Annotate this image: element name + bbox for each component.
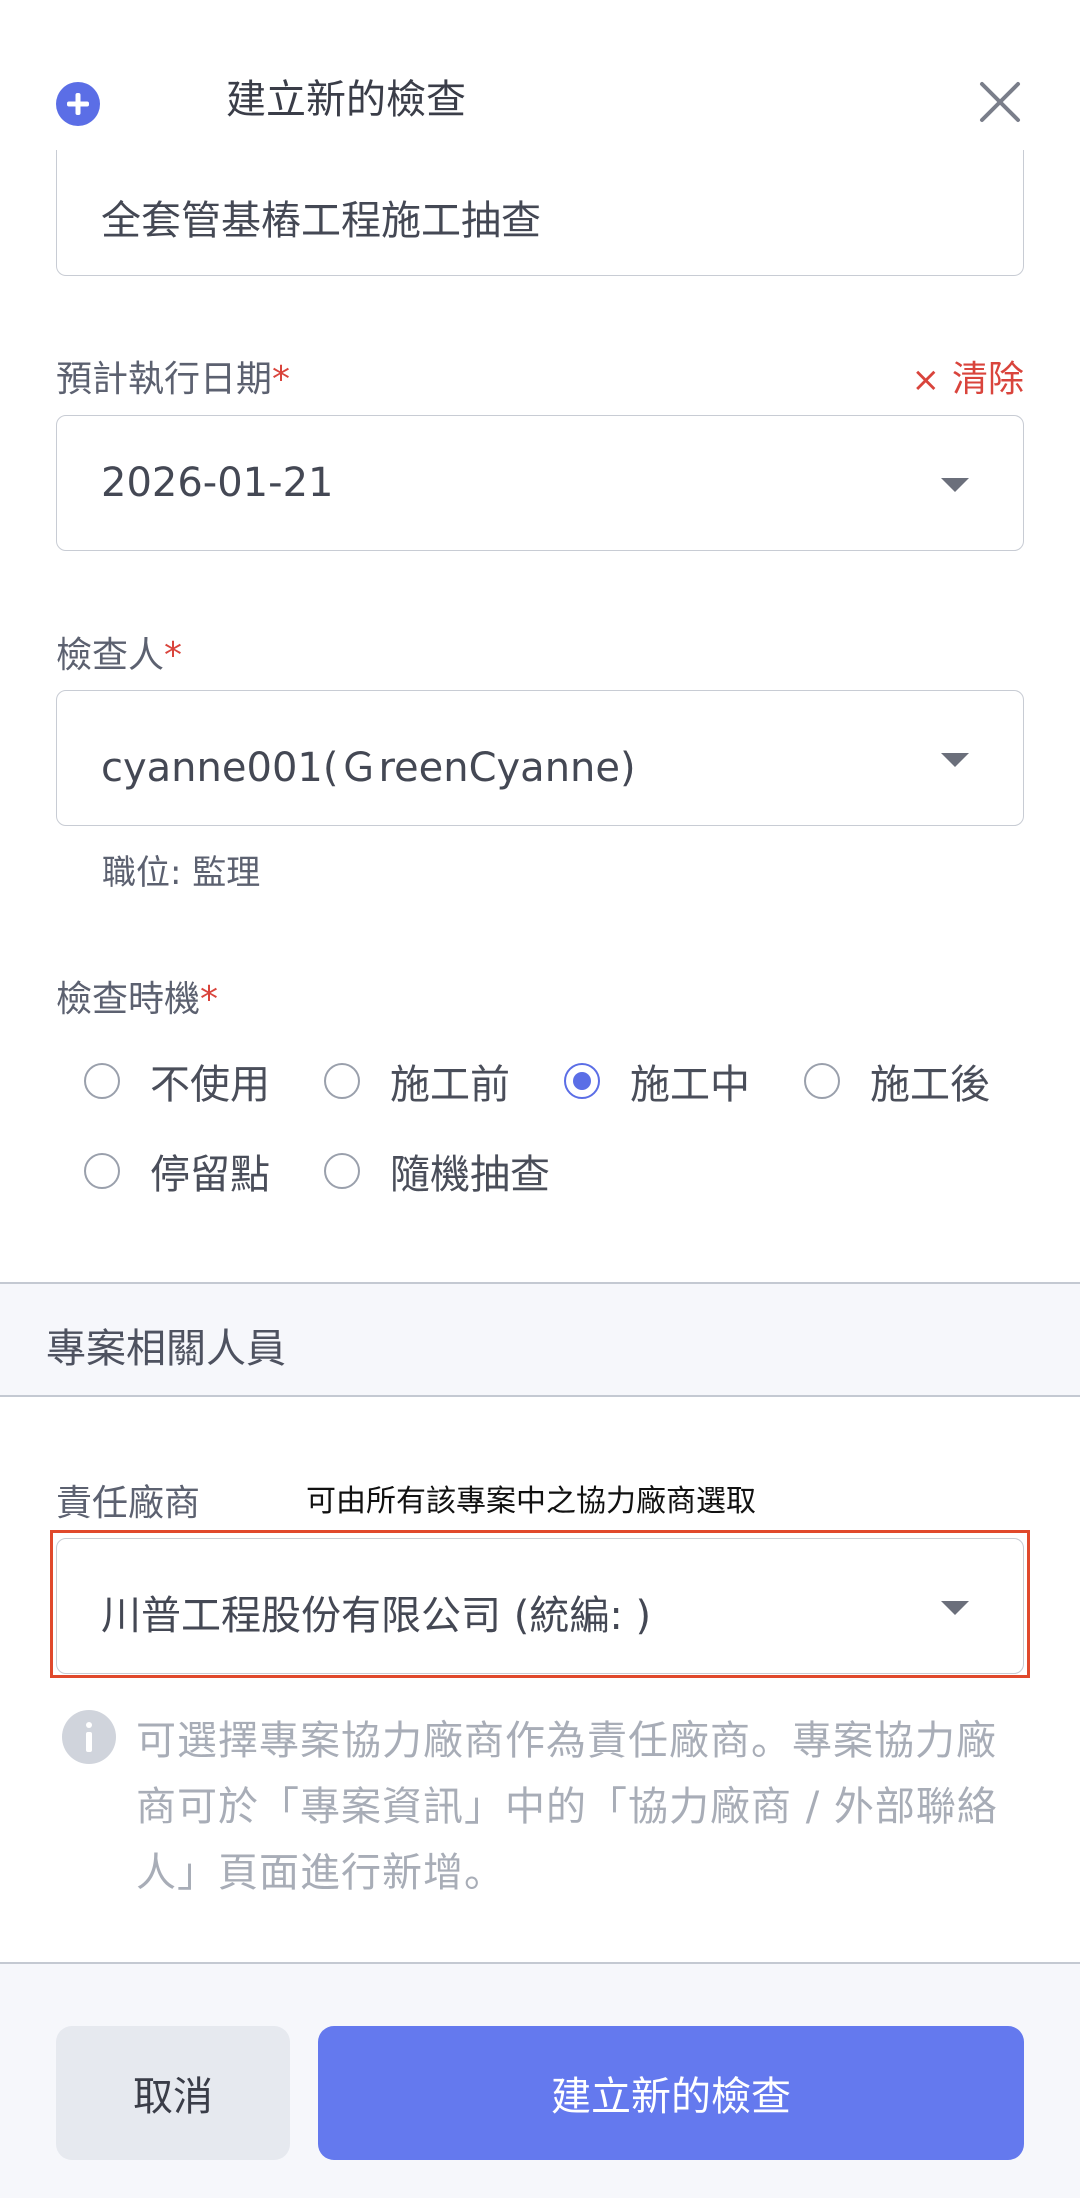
radio-before-construction[interactable]: 施工前 xyxy=(324,1052,510,1110)
chevron-down-icon xyxy=(941,478,969,492)
add-circle-icon xyxy=(56,82,100,126)
clear-icon: × xyxy=(911,360,940,400)
radio-after-construction[interactable]: 施工後 xyxy=(804,1052,990,1110)
planned-date-select[interactable]: 2026-01-21 xyxy=(56,415,1024,551)
radio-circle-icon xyxy=(324,1153,360,1189)
radio-label: 施工中 xyxy=(630,1062,750,1108)
contractor-value: 川普工程股份有限公司 (統編: ) xyxy=(101,1593,652,1639)
radio-hold-point[interactable]: 停留點 xyxy=(84,1142,270,1200)
inspector-label: 檢查人* xyxy=(56,626,182,678)
clear-label: 清除 xyxy=(951,359,1024,400)
radio-label: 施工後 xyxy=(870,1062,990,1108)
create-inspection-button[interactable]: 建立新的檢查 xyxy=(318,2026,1024,2160)
create-inspection-page: 建立新的檢查 全套管基樁工程施工抽查 預計執行日期* × 清除 2026-01-2… xyxy=(0,0,1080,2198)
radio-label: 施工前 xyxy=(390,1062,510,1108)
planned-date-label: 預計執行日期* xyxy=(56,350,290,402)
close-icon[interactable] xyxy=(978,80,1022,124)
required-mark: * xyxy=(272,359,291,400)
planned-date-value: 2026-01-21 xyxy=(101,460,334,506)
planned-date-label-text: 預計執行日期 xyxy=(56,359,273,400)
contractor-label: 責任廠商 xyxy=(56,1483,201,1524)
section-title: 專案相關人員 xyxy=(46,1326,286,1372)
info-icon xyxy=(62,1710,116,1764)
required-mark: * xyxy=(200,979,219,1020)
radio-not-used[interactable]: 不使用 xyxy=(84,1052,270,1110)
contractor-select[interactable]: 川普工程股份有限公司 (統編: ) xyxy=(56,1538,1024,1674)
contractor-info-text: 可選擇專案協力廠商作為責任廠商。專案協力廠商可於「專案資訊」中的「協力廠商 / … xyxy=(136,1718,998,1896)
cancel-button[interactable]: 取消 xyxy=(56,2026,290,2160)
chevron-down-icon xyxy=(941,1601,969,1615)
radio-label: 不使用 xyxy=(150,1062,270,1108)
radio-checked-icon xyxy=(564,1063,600,1099)
contractor-hint-annotation: 可由所有該專案中之協力廠商選取 xyxy=(306,1484,756,1519)
chevron-down-icon xyxy=(941,753,969,767)
radio-random-check[interactable]: 隨機抽查 xyxy=(324,1142,550,1200)
inspection-name-input[interactable]: 全套管基樁工程施工抽查 xyxy=(56,150,1024,276)
radio-circle-icon xyxy=(324,1063,360,1099)
radio-label: 停留點 xyxy=(150,1152,270,1198)
radio-circle-icon xyxy=(84,1153,120,1189)
inspector-position-note: 職位: 監理 xyxy=(102,853,261,893)
radio-label: 隨機抽查 xyxy=(390,1152,550,1198)
dialog-footer: 取消 建立新的檢查 xyxy=(0,1962,1080,2198)
timing-label-text: 檢查時機 xyxy=(56,979,201,1020)
inspector-select[interactable]: cyanne001(ＧreenCyanne) xyxy=(56,690,1024,826)
section-header: 專案相關人員 xyxy=(0,1282,1080,1397)
inspection-name-value: 全套管基樁工程施工抽查 xyxy=(101,198,541,244)
radio-circle-icon xyxy=(804,1063,840,1099)
dialog-title: 建立新的檢查 xyxy=(226,77,466,123)
inspector-value: cyanne001(ＧreenCyanne) xyxy=(101,745,636,791)
timing-label: 檢查時機* xyxy=(56,970,218,1022)
radio-circle-icon xyxy=(84,1063,120,1099)
radio-during-construction[interactable]: 施工中 xyxy=(564,1052,750,1110)
inspector-label-text: 檢查人 xyxy=(56,635,165,676)
clear-date-button[interactable]: × 清除 xyxy=(911,350,1024,402)
required-mark: * xyxy=(164,635,183,676)
